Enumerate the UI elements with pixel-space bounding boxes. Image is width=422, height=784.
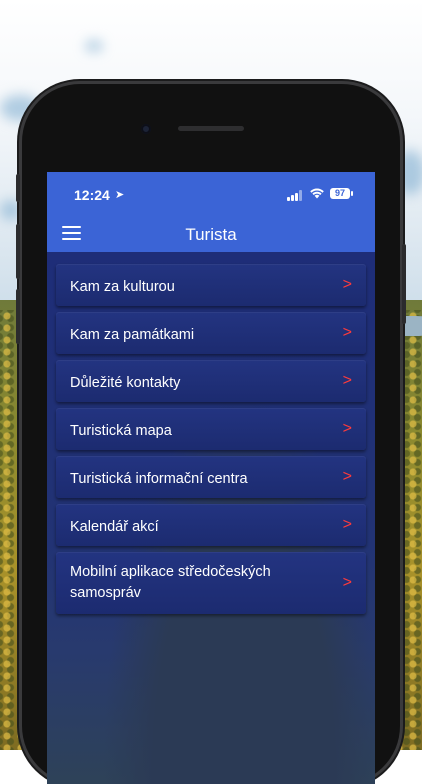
volume-down-button xyxy=(16,289,20,344)
app-title: Turista xyxy=(185,225,237,244)
wifi-icon xyxy=(309,187,325,202)
battery-icon: 97 xyxy=(330,188,350,199)
chevron-right-icon: > xyxy=(342,324,352,341)
signal-icon xyxy=(287,190,303,201)
mute-switch xyxy=(16,174,20,202)
chevron-right-icon: > xyxy=(342,468,352,485)
status-time: 12:24 xyxy=(74,187,110,203)
location-arrow-icon: ➤ xyxy=(115,189,125,201)
content-area: Kam za kulturou > Kam za památkami > Důl… xyxy=(47,252,375,784)
power-button xyxy=(402,244,406,324)
menu-item-label: Důležité kontakty xyxy=(70,375,181,391)
menu-item-pamatky[interactable]: Kam za památkami > xyxy=(56,312,366,354)
phone-screen: 12:24 ➤ 97 Turista Kam za kulturou > Kam… xyxy=(47,172,375,784)
menu-item-kontakty[interactable]: Důležité kontakty > xyxy=(56,360,366,402)
menu-item-label: Turistická mapa xyxy=(70,423,172,439)
chevron-right-icon: > xyxy=(342,372,352,389)
cloud xyxy=(0,200,22,220)
earpiece-speaker xyxy=(178,126,244,131)
menu-item-label: Mobilní aplikace středočeských samospráv xyxy=(70,564,271,601)
menu-item-mapa[interactable]: Turistická mapa > xyxy=(56,408,366,450)
status-bar: 12:24 ➤ 97 xyxy=(47,172,375,216)
menu-item-kultura[interactable]: Kam za kulturou > xyxy=(56,264,366,306)
volume-up-button xyxy=(16,224,20,279)
menu-item-infocentra[interactable]: Turistická informační centra > xyxy=(56,456,366,498)
battery-nub xyxy=(351,191,353,196)
front-camera xyxy=(141,124,151,134)
chevron-right-icon: > xyxy=(342,420,352,437)
app-bar: Turista xyxy=(47,216,375,252)
menu-item-label: Kam za památkami xyxy=(70,327,195,343)
chevron-right-icon: > xyxy=(342,516,352,533)
menu-list: Kam za kulturou > Kam za památkami > Důl… xyxy=(56,264,366,620)
phone-frame: 12:24 ➤ 97 Turista Kam za kulturou > Kam… xyxy=(16,84,406,784)
chevron-right-icon: > xyxy=(342,276,352,293)
cloud xyxy=(85,40,103,52)
menu-item-kalendar[interactable]: Kalendář akcí > xyxy=(56,504,366,546)
menu-item-aplikace[interactable]: Mobilní aplikace středočeských samospráv… xyxy=(56,552,366,614)
menu-item-label: Turistická informační centra xyxy=(70,471,248,487)
menu-item-label: Kam za kulturou xyxy=(70,279,175,295)
menu-item-label: Kalendář akcí xyxy=(70,519,159,535)
chevron-right-icon: > xyxy=(342,574,352,591)
